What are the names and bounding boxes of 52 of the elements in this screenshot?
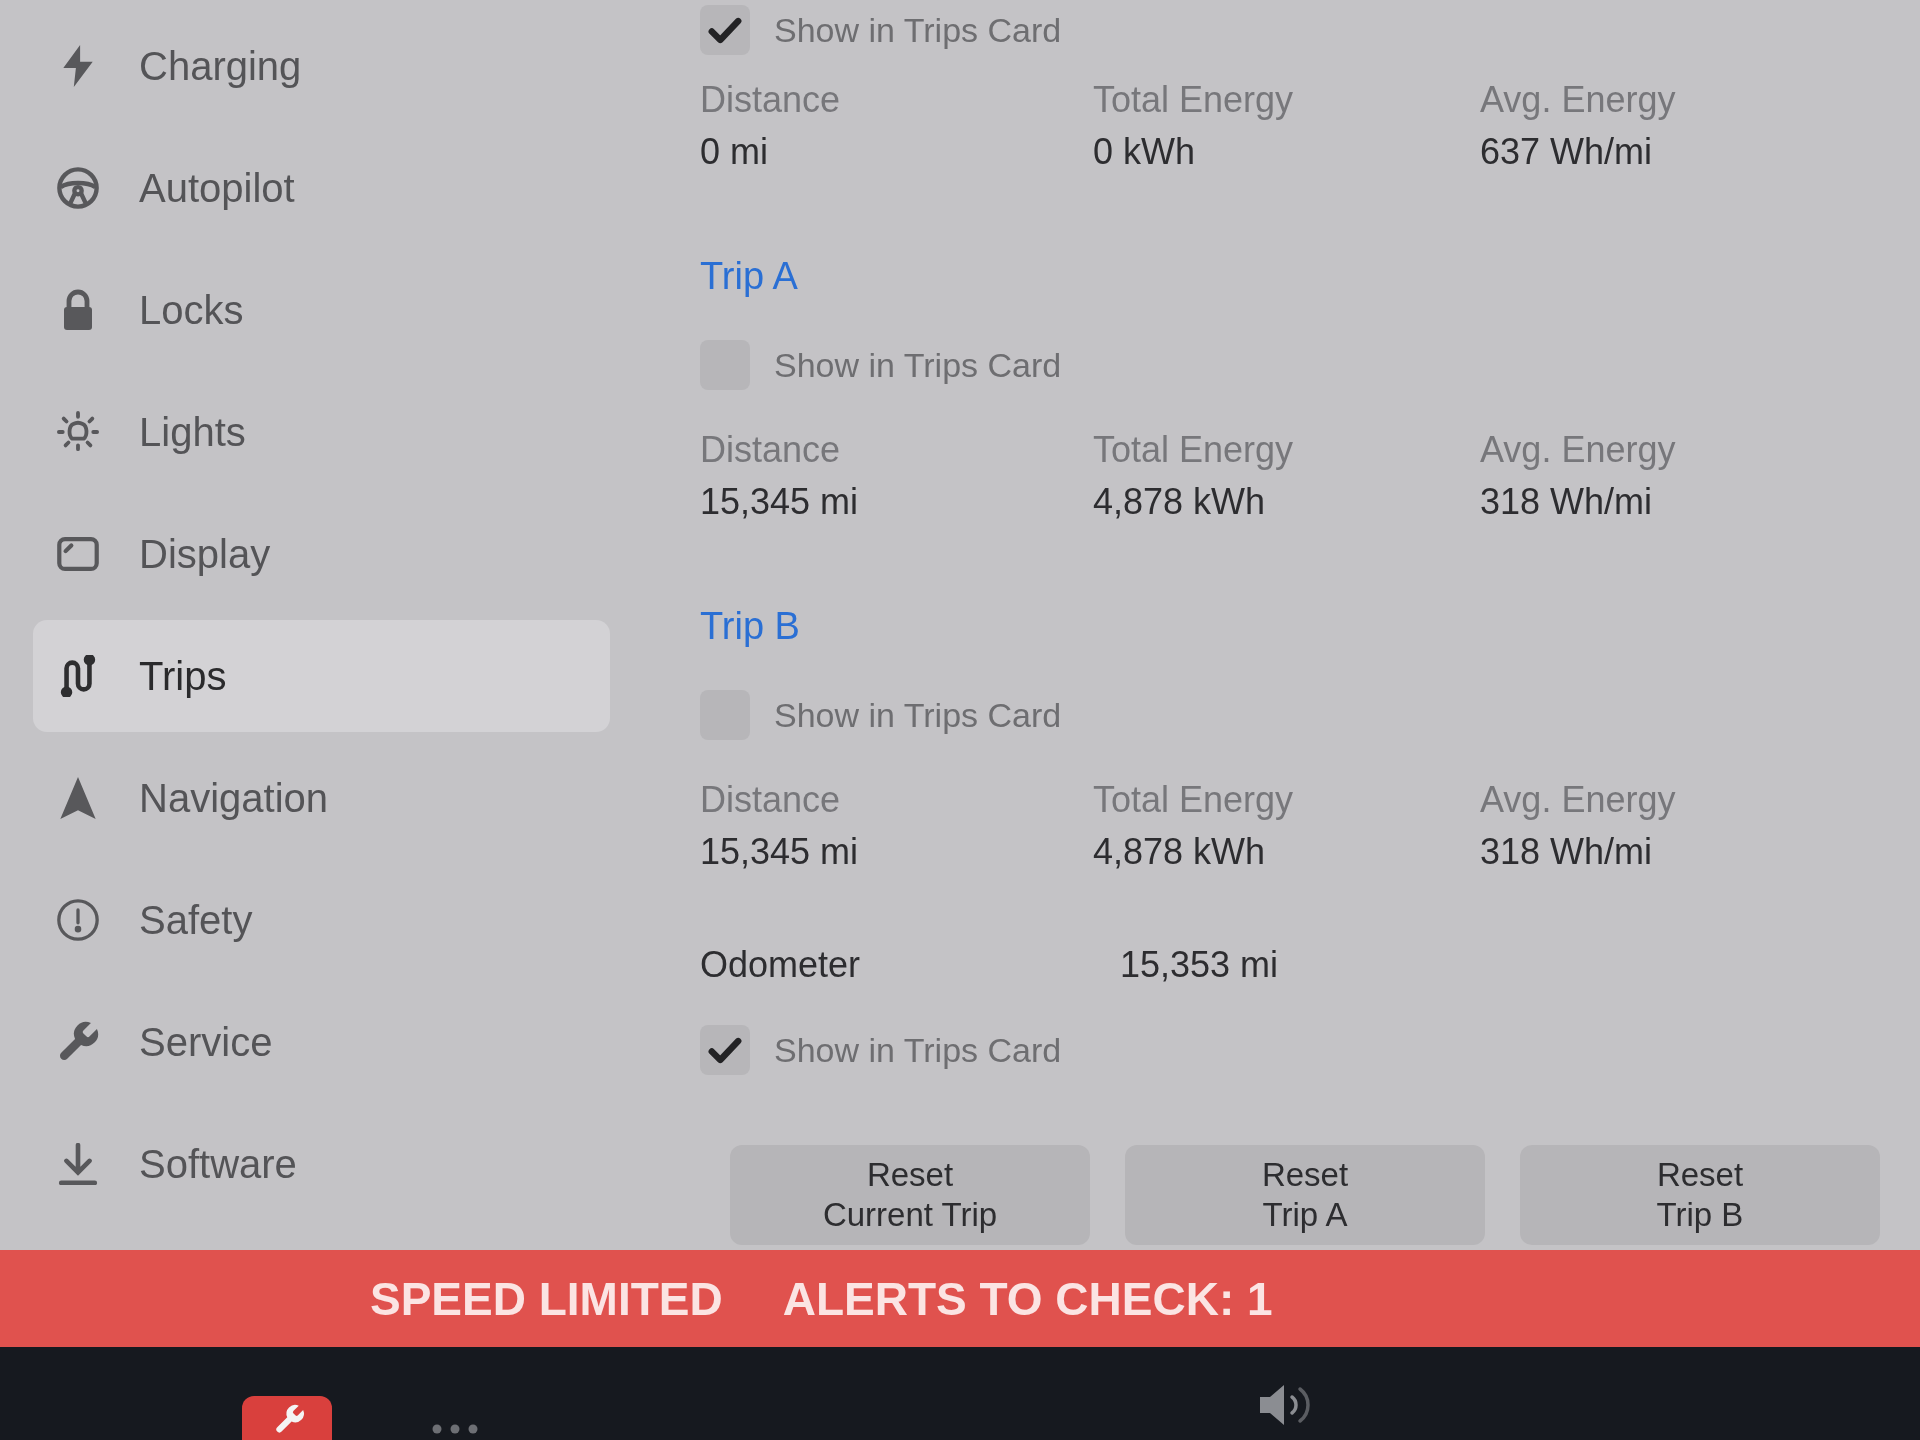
sidebar-item[interactable]: Service [33,986,610,1098]
checkbox[interactable] [700,5,750,55]
odometer-value: 15,353 mi [1120,944,1279,986]
checkbox-label: Show in Trips Card [774,695,1062,735]
stat-label: Distance [700,428,841,472]
checkbox-label: Show in Trips Card [774,1030,1062,1070]
status-text: SPEED LIMITED [370,1271,723,1326]
stat-value: 0 kWh [1093,130,1196,174]
alerts-text: ALERTS TO CHECK: 1 [782,1271,1273,1326]
stat-label: Avg. Energy [1480,78,1676,122]
checkbox-label: Show in Trips Card [774,345,1062,385]
stat-label: Total Energy [1093,78,1294,122]
stat-label: Distance [700,78,841,122]
stat-label: Avg. Energy [1480,428,1676,472]
sidebar-item[interactable]: Trips [33,620,610,732]
sidebar-item[interactable]: Charging [33,10,610,122]
stat-label: Total Energy [1093,428,1294,472]
exclamation-circle-icon [57,899,99,941]
stat-value: 318 Wh/mi [1480,480,1653,524]
trip-heading: Trip B [700,604,800,649]
sidebar-item[interactable]: Software [33,1108,610,1220]
reset-button[interactable]: Reset Trip A [1125,1145,1485,1245]
stat-value: 318 Wh/mi [1480,830,1653,874]
lightbulb-icon [57,411,99,453]
stat-label: Distance [700,778,841,822]
stat-label: Avg. Energy [1480,778,1676,822]
stat-value: 15,345 mi [700,830,859,874]
download-icon [57,1143,99,1185]
stat-label: Total Energy [1093,778,1294,822]
check-icon [708,16,742,44]
stat-value: 637 Wh/mi [1480,130,1653,174]
more-icon[interactable] [432,1424,478,1434]
stat-value: 0 mi [700,130,768,174]
wrench-icon [57,1021,99,1063]
sidebar-item[interactable]: Navigation [33,742,610,854]
reset-button[interactable]: Reset Current Trip [730,1145,1090,1245]
checkbox-label: Show in Trips Card [774,10,1062,50]
stat-value: 15,345 mi [700,480,859,524]
sidebar-item[interactable]: Safety [33,864,610,976]
sidebar-item[interactable]: Locks [33,254,610,366]
steering-wheel-icon [57,167,99,209]
sidebar-item[interactable]: Lights [33,376,610,488]
checkbox[interactable] [700,1025,750,1075]
sidebar-item[interactable]: Autopilot [33,132,610,244]
trip-heading: Trip A [700,254,798,299]
stat-value: 4,878 kWh [1093,480,1266,524]
odometer-label: Odometer [700,944,861,986]
reset-button[interactable]: Reset Trip B [1520,1145,1880,1245]
sidebar-item[interactable]: Display [33,498,610,610]
stat-value: 4,878 kWh [1093,830,1266,874]
wrench-icon[interactable] [242,1396,332,1440]
check-icon [708,1036,742,1064]
